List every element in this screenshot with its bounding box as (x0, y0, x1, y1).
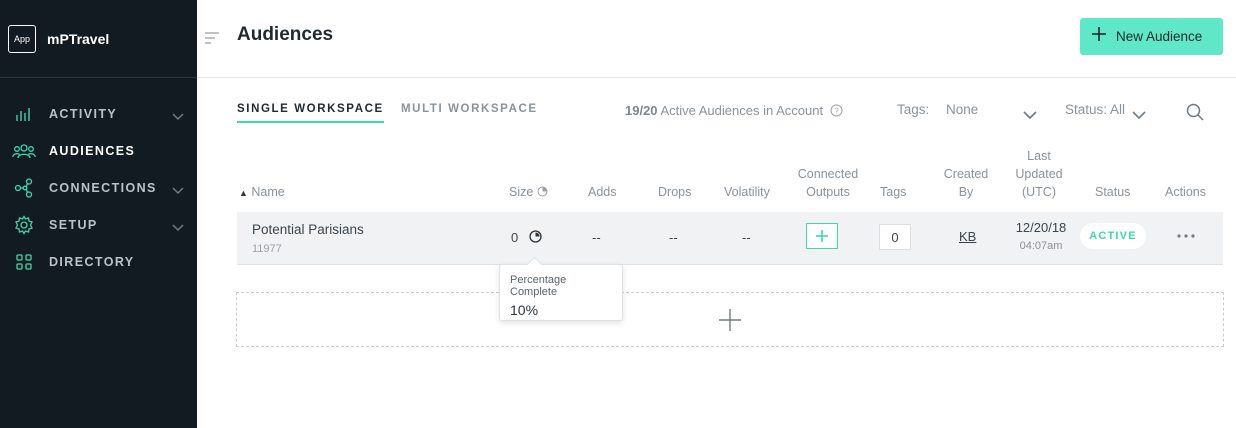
column-label: (UTC) (1021, 185, 1056, 199)
column-label: Size (509, 185, 534, 199)
status-filter-select[interactable]: Status: All (1065, 102, 1125, 117)
column-label: Created (943, 167, 989, 181)
sidebar-item-label: DIRECTORY (49, 254, 135, 269)
tags-filter-label: Tags: (897, 102, 930, 117)
column-label: Updated (1015, 167, 1063, 181)
audience-id: 11977 (252, 243, 282, 255)
progress-pie-icon[interactable] (529, 230, 542, 246)
chevron-down-icon[interactable] (1132, 107, 1146, 125)
column-label: Outputs (806, 185, 850, 199)
main-content: Audiences New Audience SINGLE WORKSPACE … (197, 0, 1236, 428)
volatility-column-header: Volatility (724, 185, 770, 199)
new-audience-button[interactable]: New Audience (1080, 18, 1223, 55)
sort-ascending-icon: ▲ (239, 188, 248, 198)
audience-name[interactable]: Potential Parisians (252, 222, 364, 237)
column-label: By (958, 185, 974, 199)
volatility-value: -- (742, 230, 751, 245)
sidebar-item-setup[interactable]: SETUP (0, 206, 197, 243)
more-actions-icon[interactable] (1177, 226, 1195, 244)
add-output-button[interactable] (806, 223, 838, 249)
sidebar: App mPTravel ACTIVITY AUDIENCES CONNECTI… (0, 0, 197, 428)
tab-single-workspace[interactable]: SINGLE WORKSPACE (237, 103, 384, 123)
column-label: Last (1027, 149, 1051, 163)
quota-label: Active Audiences in Account (660, 103, 824, 118)
pie-icon (537, 185, 548, 199)
column-label: Connected (797, 167, 859, 181)
page-title: Audiences (237, 24, 334, 45)
sidebar-item-label: ACTIVITY (49, 106, 118, 121)
chevron-down-icon[interactable] (172, 108, 184, 126)
updated-date: 12/20/18 (1015, 220, 1067, 235)
new-audience-label: New Audience (1116, 29, 1203, 44)
status-column-header: Status (1095, 185, 1131, 199)
sidebar-nav: ACTIVITY AUDIENCES CONNECTIONS SETUP DIR… (0, 78, 197, 280)
column-label: Name (251, 185, 285, 199)
sidebar-item-label: SETUP (49, 217, 98, 232)
sidebar-item-label: AUDIENCES (49, 143, 136, 158)
add-audience-row[interactable] (236, 292, 1224, 347)
svg-text:?: ? (834, 107, 839, 116)
updated-time: 04:07am (1019, 240, 1063, 252)
tags-count[interactable]: 0 (879, 224, 911, 250)
nodes-icon (12, 177, 36, 198)
drops-column-header: Drops (658, 185, 692, 199)
toolbar: SINGLE WORKSPACE MULTI WORKSPACE 19/20 A… (197, 78, 1236, 138)
adds-column-header: Adds (588, 185, 617, 199)
sidebar-item-directory[interactable]: DIRECTORY (0, 243, 197, 280)
table-header: ▲ Name Size Adds Drops Volatility Connec… (237, 138, 1223, 212)
last-updated-column-header: Last Updated (UTC) (1011, 147, 1067, 201)
sidebar-item-activity[interactable]: ACTIVITY (0, 95, 197, 132)
grid-icon (12, 252, 36, 272)
quota-count: 19/20 (625, 103, 658, 118)
sidebar-item-audiences[interactable]: AUDIENCES (0, 132, 197, 169)
chevron-down-icon[interactable] (172, 219, 184, 237)
adds-value: -- (592, 230, 601, 245)
connected-outputs-column-header: Connected Outputs (796, 165, 860, 201)
brand: App mPTravel (0, 0, 197, 78)
people-icon (12, 141, 36, 161)
actions-column-header: Actions (1165, 185, 1206, 199)
size-column-header: Size (509, 183, 548, 201)
percentage-tooltip: Percentage Complete 10% (499, 264, 623, 321)
tooltip-value: 10% (510, 302, 539, 318)
name-column-header[interactable]: ▲ Name (239, 183, 285, 202)
table-row[interactable]: Potential Parisians 11977 0 -- -- -- 0 K… (237, 212, 1223, 265)
top-bar: Audiences New Audience (197, 0, 1236, 78)
info-icon[interactable]: ? (830, 104, 843, 120)
audience-quota: 19/20 Active Audiences in Account ? (625, 103, 843, 120)
plus-icon (816, 230, 828, 242)
search-icon[interactable] (1186, 103, 1204, 126)
gear-icon (12, 214, 36, 235)
chevron-down-icon[interactable] (1023, 107, 1037, 125)
sidebar-item-label: CONNECTIONS (49, 180, 157, 195)
tags-column-header: Tags (880, 185, 907, 199)
chevron-down-icon[interactable] (172, 182, 184, 200)
tooltip-title: Percentage Complete (510, 274, 567, 298)
collapse-menu-icon[interactable] (205, 31, 219, 49)
app-logo[interactable]: App (8, 24, 36, 53)
workspace-name[interactable]: mPTravel (47, 31, 109, 47)
created-by-link[interactable]: KB (959, 229, 976, 244)
plus-icon (1091, 26, 1107, 47)
created-by-column-header: Created By (941, 165, 991, 201)
bar-chart-icon (12, 104, 36, 124)
tab-multi-workspace[interactable]: MULTI WORKSPACE (401, 103, 538, 121)
tags-filter-select[interactable]: None (946, 102, 978, 117)
sidebar-item-connections[interactable]: CONNECTIONS (0, 169, 197, 206)
audience-size: 0 (511, 230, 519, 245)
drops-value: -- (669, 230, 678, 245)
plus-icon (719, 308, 741, 331)
status-badge: ACTIVE (1080, 223, 1146, 249)
